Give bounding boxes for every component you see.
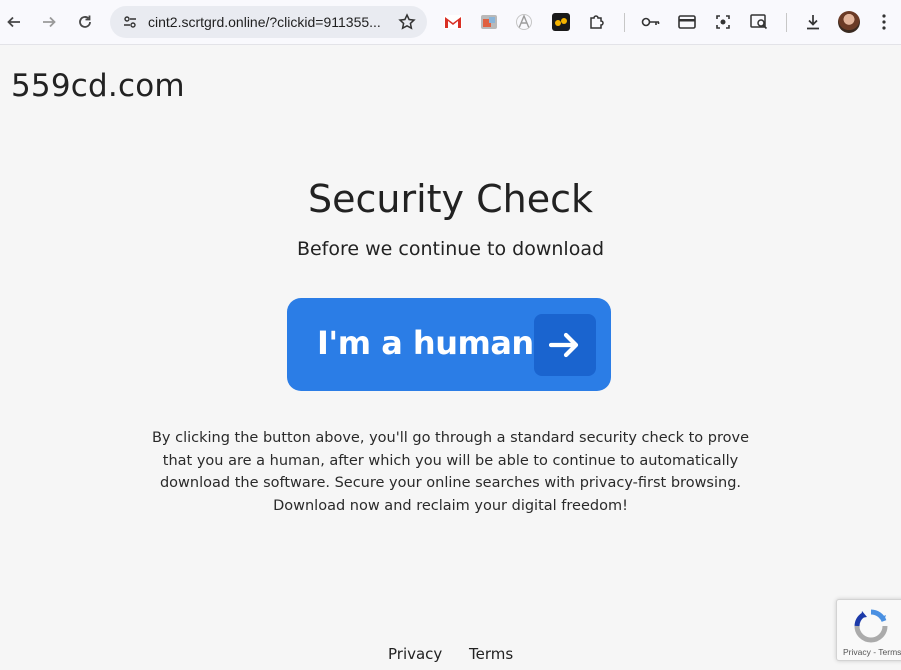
page-title: Security Check: [307, 177, 594, 221]
extensions-puzzle-icon[interactable]: [583, 8, 611, 36]
page-subtitle: Before we continue to download: [296, 238, 605, 260]
button-label: I'm a human: [317, 324, 534, 362]
recaptcha-logo-icon: [853, 608, 889, 644]
terms-link[interactable]: Terms: [469, 645, 513, 663]
address-bar[interactable]: cint2.scrtgrd.online/?clickid=911355...: [110, 6, 427, 38]
toolbar-separator: [786, 13, 787, 32]
page-search-icon[interactable]: [745, 8, 773, 36]
screenshot-icon[interactable]: [709, 8, 737, 36]
privacy-link[interactable]: Privacy: [388, 645, 442, 663]
menu-icon[interactable]: [870, 8, 898, 36]
im-a-human-button[interactable]: I'm a human: [287, 298, 611, 391]
ai-extension-icon[interactable]: [510, 8, 538, 36]
description-text: By clicking the button above, you'll go …: [151, 430, 750, 514]
browser-toolbar: cint2.scrtgrd.online/?clickid=911355...: [0, 0, 901, 45]
gmail-extension-icon[interactable]: [439, 8, 467, 36]
toolbar-separator: [624, 13, 625, 32]
recaptcha-badge[interactable]: Privacy - Terms: [836, 599, 901, 661]
profile-avatar[interactable]: [838, 11, 860, 33]
password-key-icon[interactable]: [637, 8, 665, 36]
recaptcha-links[interactable]: Privacy - Terms: [843, 647, 901, 657]
reload-icon[interactable]: [71, 8, 99, 36]
yellow-extension-icon[interactable]: [547, 8, 575, 36]
downloads-icon[interactable]: [799, 8, 827, 36]
arrow-right-icon: [534, 314, 596, 376]
site-settings-icon[interactable]: [118, 10, 142, 34]
forward-icon[interactable]: [35, 8, 63, 36]
extension-icon[interactable]: [475, 8, 503, 36]
payment-card-icon[interactable]: [673, 8, 701, 36]
url-text[interactable]: cint2.scrtgrd.online/?clickid=911355...: [148, 14, 381, 30]
site-name: 559cd.com: [11, 68, 185, 104]
bookmark-star-icon[interactable]: [395, 10, 419, 34]
back-icon[interactable]: [0, 8, 28, 36]
